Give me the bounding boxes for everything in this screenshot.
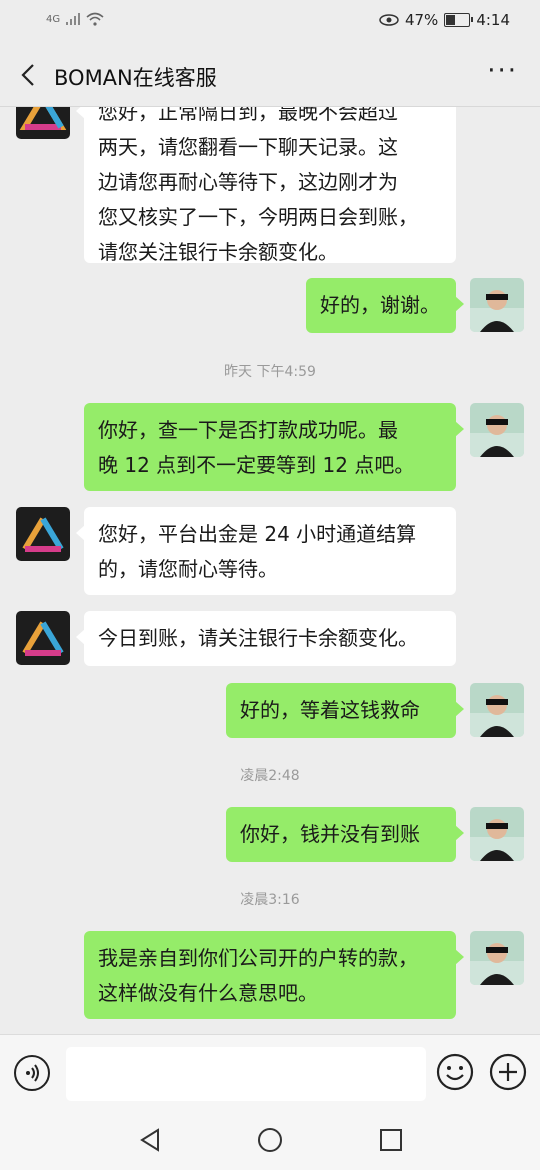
message-input[interactable] bbox=[66, 1047, 426, 1101]
voice-icon[interactable] bbox=[14, 1055, 50, 1091]
timestamp: 凌晨2:48 bbox=[240, 768, 300, 784]
signal-indicators: 4G bbox=[46, 12, 104, 26]
home-icon[interactable] bbox=[256, 1126, 284, 1154]
message-text-line: 我是亲自到你们公司开的户转的款， bbox=[98, 946, 418, 970]
signal-icon bbox=[66, 13, 81, 25]
chat-header: BOMAN在线客服 ··· bbox=[0, 44, 540, 107]
user-avatar[interactable] bbox=[470, 683, 524, 737]
more-options-button[interactable]: ··· bbox=[487, 56, 518, 86]
message-text: 你好，钱并没有到账 bbox=[240, 822, 420, 846]
status-right: 47% 4:14 bbox=[379, 11, 510, 29]
message-text-line: 两天，请您翻看一下聊天记录。这 bbox=[98, 135, 398, 159]
battery-percent: 47% bbox=[404, 11, 439, 29]
input-bar bbox=[0, 1034, 540, 1111]
clock: 4:14 bbox=[476, 11, 510, 29]
plus-icon[interactable] bbox=[489, 1053, 527, 1091]
message-text-line: 您好，正常隔日到，最晚不会超过 bbox=[98, 107, 398, 124]
message-text-line: 你好，查一下是否打款成功呢。最 bbox=[98, 418, 398, 442]
back-icon[interactable] bbox=[14, 60, 44, 90]
status-bar: 4G 47% 4:14 bbox=[0, 0, 540, 44]
wifi-icon bbox=[86, 12, 104, 26]
service-avatar[interactable] bbox=[16, 507, 70, 561]
battery-icon bbox=[444, 13, 474, 27]
message-bubble-received[interactable]: 您好，正常隔日到，最晚不会超过 两天，请您翻看一下聊天记录。这 边请您再耐心等待… bbox=[76, 107, 456, 264]
message-text-line: 边请您再耐心等待下，这边刚才为 bbox=[98, 170, 398, 194]
chat-title: BOMAN在线客服 bbox=[54, 66, 217, 90]
chat-area[interactable]: 您好，正常隔日到，最晚不会超过 两天，请您翻看一下聊天记录。这 边请您再耐心等待… bbox=[0, 107, 540, 1034]
user-avatar[interactable] bbox=[470, 807, 524, 861]
message-bubble-sent[interactable]: 我是亲自到你们公司开的户转的款， 这样做没有什么意思吧。 bbox=[84, 931, 464, 1019]
battery-fill bbox=[446, 15, 456, 25]
timestamp: 凌晨3:16 bbox=[240, 892, 300, 908]
message-text: 今日到账，请关注银行卡余额变化。 bbox=[98, 626, 418, 650]
eye-comfort-icon bbox=[379, 14, 399, 26]
user-avatar[interactable] bbox=[470, 403, 524, 457]
message-text-line: 的，请您耐心等待。 bbox=[98, 557, 278, 581]
timestamp: 昨天 下午4:59 bbox=[224, 364, 316, 380]
message-text: 好的，等着这钱救命 bbox=[240, 698, 420, 722]
message-bubble-sent[interactable]: 你好，查一下是否打款成功呢。最 晚 12 点到不一定要等到 12 点吧。 bbox=[84, 403, 464, 491]
message-text-line: 您好，平台出金是 24 小时通道结算 bbox=[98, 522, 417, 546]
message-bubble-received[interactable]: 您好，平台出金是 24 小时通道结算 的，请您耐心等待。 bbox=[76, 507, 456, 595]
service-avatar[interactable] bbox=[16, 611, 70, 665]
user-avatar[interactable] bbox=[470, 931, 524, 985]
message-text-line: 您又核实了一下，今明两日会到账， bbox=[98, 205, 418, 229]
system-navigation-bar bbox=[0, 1110, 540, 1170]
message-bubble-sent[interactable]: 好的，谢谢。 bbox=[306, 278, 464, 333]
message-bubble-received[interactable]: 今日到账，请关注银行卡余额变化。 bbox=[76, 611, 456, 666]
recents-icon[interactable] bbox=[377, 1126, 405, 1154]
user-avatar[interactable] bbox=[470, 278, 524, 332]
message-bubble-sent[interactable]: 你好，钱并没有到账 bbox=[226, 807, 464, 862]
message-text-line: 请您关注银行卡余额变化。 bbox=[98, 240, 338, 264]
message-bubble-sent[interactable]: 好的，等着这钱救命 bbox=[226, 683, 464, 738]
message-text-line: 晚 12 点到不一定要等到 12 点吧。 bbox=[98, 453, 415, 477]
service-avatar[interactable] bbox=[16, 107, 70, 139]
message-text-line: 这样做没有什么意思吧。 bbox=[98, 981, 318, 1005]
network-label: 4G bbox=[46, 13, 61, 25]
back-arrow-icon[interactable] bbox=[136, 1126, 164, 1154]
emoji-icon[interactable] bbox=[436, 1053, 474, 1091]
message-text: 好的，谢谢。 bbox=[320, 293, 440, 317]
